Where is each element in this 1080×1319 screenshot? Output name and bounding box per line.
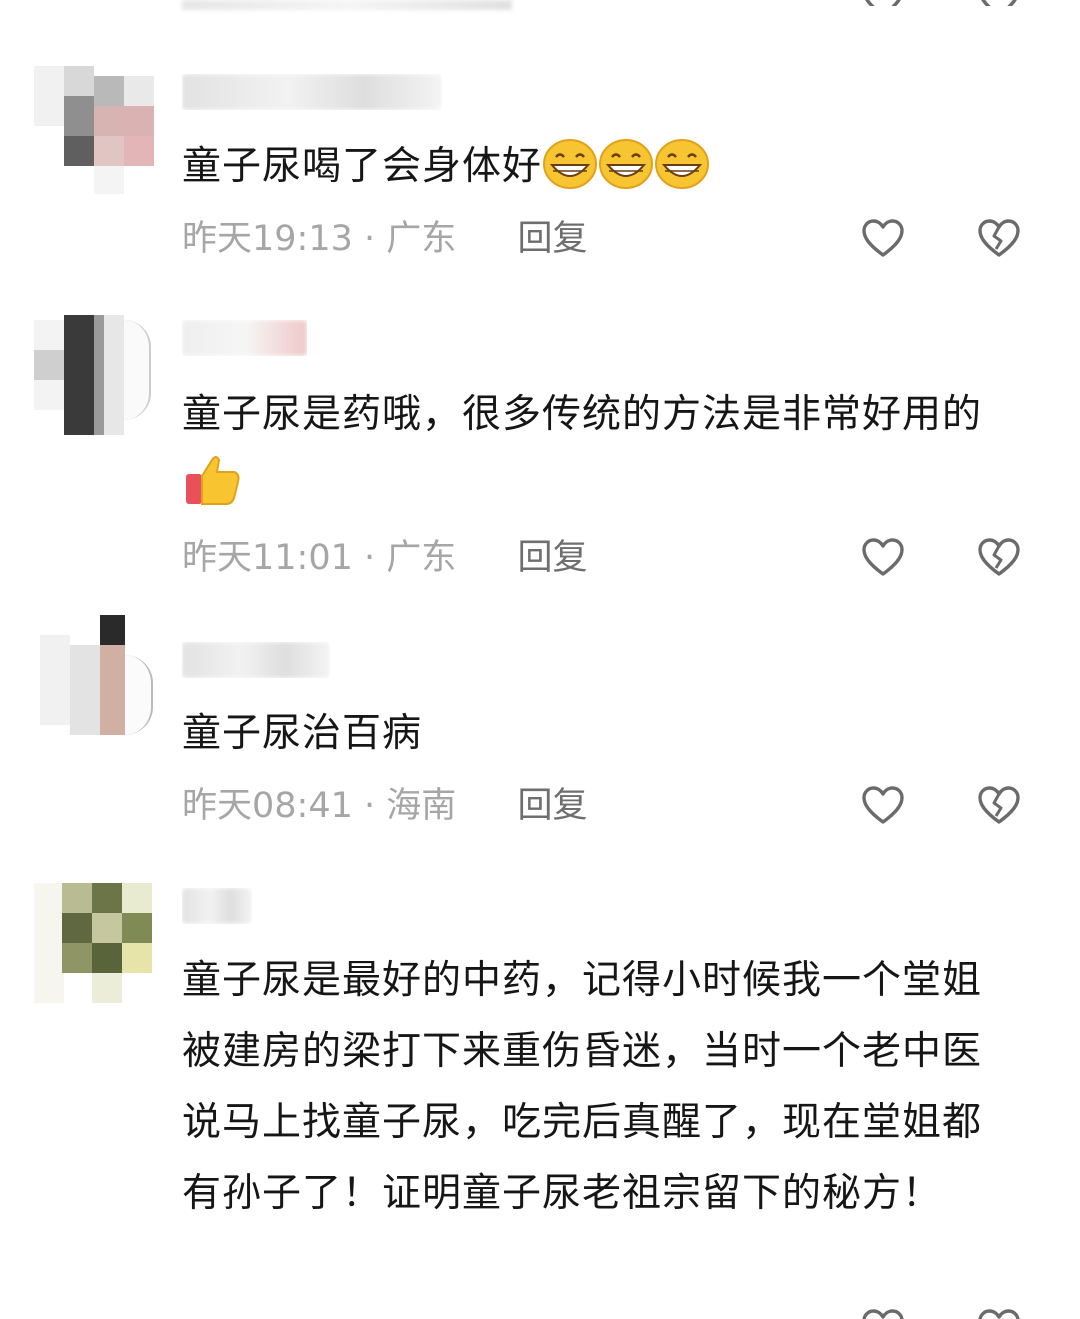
- avatar[interactable]: [34, 615, 156, 765]
- thumbs-up-icon: [182, 452, 242, 531]
- grinning-face-icon: [654, 137, 710, 212]
- comment-text: 童子尿是最好的中药，记得小时候我一个堂姐被建房的梁打下来重伤昏迷，当时一个老中医…: [182, 958, 983, 1216]
- grinning-face-icon: [542, 137, 598, 212]
- heart-icon[interactable]: [860, 216, 906, 262]
- separator-dot: ·: [364, 538, 387, 578]
- broken-heart-icon[interactable]: [976, 1306, 1022, 1319]
- reply-button[interactable]: 回复: [517, 781, 587, 831]
- heart-icon[interactable]: [860, 1306, 906, 1319]
- username[interactable]: [182, 74, 442, 110]
- comment-time: 昨天19:13: [182, 219, 353, 259]
- heart-icon[interactable]: [860, 0, 906, 6]
- reply-button[interactable]: 回复: [517, 214, 587, 264]
- separator-dot: ·: [364, 786, 387, 826]
- comment-meta: 昨天19:13 · 广东 回复: [182, 214, 587, 264]
- avatar[interactable]: [34, 300, 156, 450]
- username[interactable]: [182, 642, 330, 678]
- heart-icon[interactable]: [860, 535, 906, 581]
- comment-meta: 昨天08:41 · 海南 回复: [182, 781, 587, 831]
- avatar[interactable]: [34, 46, 156, 196]
- comment-location: 海南: [386, 786, 457, 826]
- separator-dot: ·: [364, 219, 387, 259]
- broken-heart-icon[interactable]: [976, 783, 1022, 829]
- comment-time: 昨天11:01: [182, 538, 353, 578]
- comment-text: 童子尿是药哦，很多传统的方法是非常好用的: [182, 379, 1012, 531]
- broken-heart-icon[interactable]: [976, 535, 1022, 581]
- grinning-face-icon: [598, 137, 654, 212]
- comment-location: 广东: [386, 538, 457, 578]
- comment-location: 广东: [386, 219, 457, 259]
- comment-text: 童子尿治百病: [182, 711, 423, 756]
- username[interactable]: [182, 888, 252, 924]
- broken-heart-icon[interactable]: [976, 216, 1022, 262]
- comment-time: 昨天08:41: [182, 786, 353, 826]
- comment-meta: 昨天11:01 · 广东 回复: [182, 533, 587, 583]
- heart-icon[interactable]: [860, 783, 906, 829]
- comment-text: 童子尿喝了会身体好: [182, 131, 1012, 212]
- broken-heart-icon[interactable]: [976, 0, 1022, 6]
- username[interactable]: [182, 320, 307, 356]
- previous-comment-meta: [182, 0, 512, 10]
- avatar[interactable]: [34, 858, 156, 1008]
- reply-button[interactable]: 回复: [517, 533, 587, 583]
